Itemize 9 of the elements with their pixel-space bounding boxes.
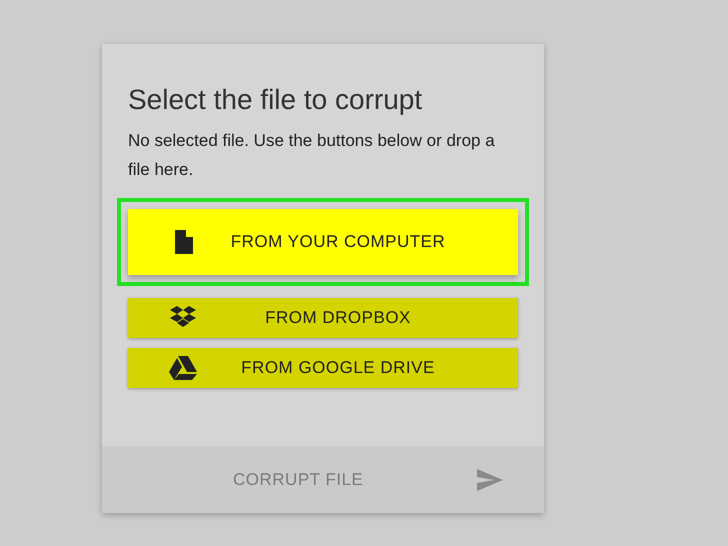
card-description: No selected file. Use the buttons below or drop a file here. xyxy=(128,130,496,181)
triangle-icon xyxy=(169,356,197,380)
source-button[interactable]: FROM DROPBOX xyxy=(128,298,518,338)
source-button[interactable]: FROM GOOGLE DRIVE xyxy=(128,348,518,388)
file-icon xyxy=(173,230,193,254)
dropbox-icon xyxy=(170,306,196,330)
send-icon xyxy=(477,468,503,490)
source-button[interactable]: FROM YOUR COMPUTER xyxy=(128,209,518,275)
card-title: Select the file to corrupt xyxy=(128,83,424,117)
